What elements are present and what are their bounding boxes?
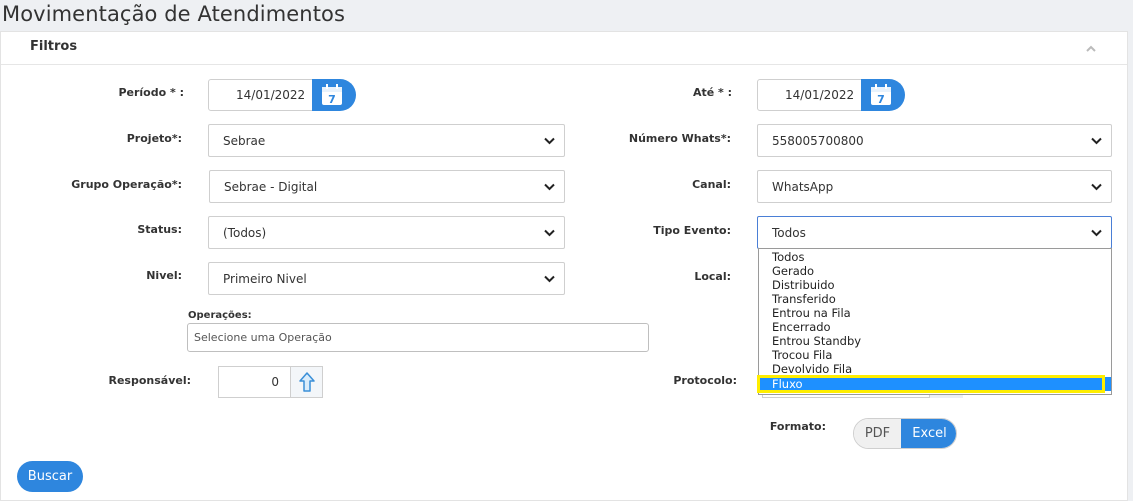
ate-label: Até * : (692, 86, 732, 99)
operacoes-label: Operações: (188, 310, 252, 321)
chevron-down-icon (544, 137, 555, 145)
dropdown-option-todos[interactable]: Todos (759, 250, 1111, 264)
projeto-label: Projeto*: (126, 132, 182, 145)
dropdown-option-distribuido[interactable]: Distribuido (759, 278, 1111, 292)
canal-select[interactable]: WhatsApp (757, 170, 1112, 203)
formato-label: Formato: (769, 420, 826, 433)
ate-calendar-button[interactable]: 7 (861, 79, 905, 111)
protocolo-label: Protocolo: (673, 374, 737, 387)
operacoes-input[interactable]: Selecione uma Operação (187, 323, 649, 352)
dropdown-option-fluxo[interactable]: Fluxo (759, 377, 1111, 391)
dropdown-option-transferido[interactable]: Transferido (759, 292, 1111, 306)
tipo-evento-label: Tipo Evento: (653, 224, 731, 237)
grupo-operacao-value: Sebrae - Digital (224, 180, 318, 194)
chevron-down-icon (544, 229, 555, 237)
dropdown-option-entrou-na-fila[interactable]: Entrou na Fila (759, 306, 1111, 320)
formato-excel-option[interactable]: Excel (901, 419, 956, 448)
numero-whats-value: 558005700800 (772, 134, 864, 148)
local-label: Local: (694, 270, 731, 283)
svg-text:7: 7 (328, 93, 336, 106)
grupo-operacao-label: Grupo Operação*: (71, 178, 182, 191)
numero-whats-label: Número Whats*: (628, 132, 731, 145)
dropdown-option-entrou-standby[interactable]: Entrou Standby (759, 334, 1111, 348)
dropdown-option-trocou-fila[interactable]: Trocou Fila (759, 348, 1111, 362)
status-value: (Todos) (223, 226, 267, 240)
numero-whats-select[interactable]: 558005700800 (757, 124, 1112, 157)
canal-value: WhatsApp (772, 180, 834, 194)
calendar-icon: 7 (322, 84, 342, 106)
chevron-down-icon (1091, 137, 1102, 145)
periodo-date-value: 14/01/2022 (236, 88, 306, 102)
chevron-down-icon (544, 275, 555, 283)
canal-label: Canal: (692, 178, 731, 191)
chevron-down-icon (1091, 183, 1102, 191)
status-label: Status: (137, 223, 182, 236)
arrow-up-icon (299, 372, 315, 392)
chevron-up-icon[interactable] (1084, 42, 1098, 56)
chevron-down-icon (544, 183, 555, 191)
ate-date-input[interactable]: 14/01/2022 (757, 79, 863, 111)
periodo-date-input[interactable]: 14/01/2022 (208, 79, 314, 111)
panel-title: Filtros (30, 39, 78, 54)
page-title: Movimentação de Atendimentos (2, 2, 346, 26)
responsavel-label: Responsável: (108, 374, 191, 387)
periodo-label: Período * : (118, 86, 184, 99)
nivel-select[interactable]: Primeiro Nivel (208, 262, 565, 295)
dropdown-option-gerado[interactable]: Gerado (759, 264, 1111, 278)
dropdown-option-devolvido-fila[interactable]: Devolvido Fila (759, 362, 1111, 376)
tipo-evento-dropdown: Todos Gerado Distribuido Transferido Ent… (758, 248, 1112, 395)
status-select[interactable]: (Todos) (208, 216, 565, 249)
projeto-select[interactable]: Sebrae (208, 124, 565, 157)
calendar-icon: 7 (871, 84, 891, 106)
nivel-label: Nivel: (146, 269, 182, 282)
responsavel-lookup-button[interactable] (290, 366, 323, 398)
grupo-operacao-select[interactable]: Sebrae - Digital (209, 170, 565, 203)
buscar-button[interactable]: Buscar (17, 461, 83, 492)
projeto-value: Sebrae (223, 134, 266, 148)
chevron-down-icon (1091, 229, 1102, 237)
responsavel-input[interactable]: 0 (218, 366, 291, 398)
tipo-evento-select[interactable]: Todos (757, 216, 1112, 249)
ate-date-value: 14/01/2022 (785, 88, 855, 102)
panel-header: Filtros (1, 32, 1127, 65)
tipo-evento-value: Todos (772, 226, 806, 240)
dropdown-option-encerrado[interactable]: Encerrado (759, 320, 1111, 334)
formato-pdf-option[interactable]: PDF (854, 419, 901, 448)
formato-toggle: PDF Excel (853, 418, 957, 449)
periodo-calendar-button[interactable]: 7 (312, 79, 356, 111)
nivel-value: Primeiro Nivel (223, 272, 307, 286)
svg-text:7: 7 (877, 93, 885, 106)
